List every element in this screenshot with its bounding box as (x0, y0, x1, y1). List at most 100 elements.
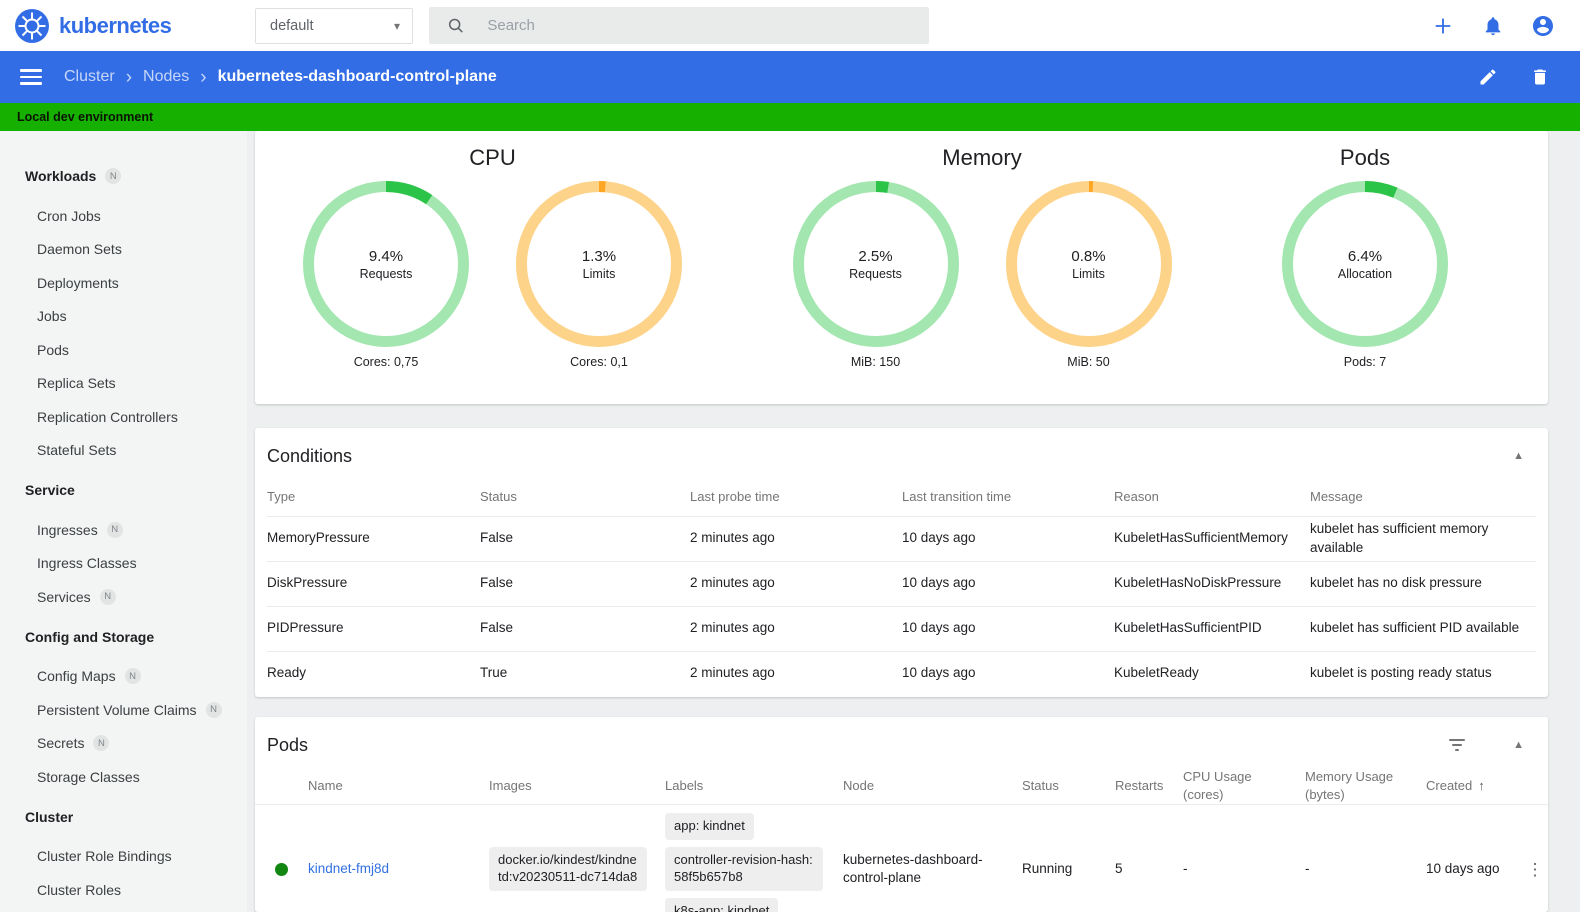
gauge-label: Requests (359, 266, 413, 281)
sidebar-item-ingress-classes[interactable]: Ingress Classes (0, 547, 247, 581)
gauge-caption: MiB: 150 (850, 355, 901, 369)
condition-last-probe-time: 2 minutes ago (690, 620, 775, 636)
pod-name-link[interactable]: kindnet-fmj8d (308, 861, 389, 876)
sidebar-item-stateful-sets[interactable]: Stateful Sets (0, 434, 247, 468)
content-area: Workloads N Cron Jobs Daemon Sets Deployment… (0, 131, 1580, 912)
breadcrumb-cluster[interactable]: Cluster (64, 68, 115, 86)
condition-last-transition-time: 10 days ago (902, 620, 976, 636)
menu-button[interactable] (20, 69, 42, 85)
sidebar-item-daemon-sets[interactable]: Daemon Sets (0, 233, 247, 267)
conditions-title: Conditions (267, 445, 353, 466)
condition-type: PIDPressure (267, 620, 344, 636)
delete-button[interactable] (1528, 65, 1552, 89)
sidebar-item-jobs[interactable]: Jobs (0, 300, 247, 334)
column-header-label: Restarts (1115, 777, 1164, 793)
column-header-memory-usage-bytes[interactable]: Memory Usage (bytes) (1305, 768, 1426, 803)
brand-home-link[interactable]: kubernetes (15, 8, 255, 43)
collapse-icon[interactable]: ▲ (1513, 739, 1524, 751)
sidebar-section-service[interactable]: Service (0, 473, 247, 507)
column-header-node[interactable]: Node (843, 777, 1022, 795)
column-header-label: Labels (665, 777, 704, 793)
more-options-icon[interactable]: ⋮ (1527, 861, 1544, 878)
pencil-icon (1480, 69, 1496, 85)
pod-status-dot-cell (255, 862, 308, 876)
sidebar-item-cluster-roles[interactable]: Cluster Roles (0, 873, 247, 907)
column-header-reason: Reason (1114, 489, 1159, 504)
sidebar-item-label: Ingresses (37, 521, 98, 538)
plus-icon (1435, 18, 1451, 33)
condition-message: kubelet has no disk pressure (1310, 575, 1482, 591)
column-header-images[interactable]: Images (489, 777, 665, 795)
column-header-label: Node (843, 777, 875, 793)
gauge-caption: MiB: 50 (1067, 355, 1110, 369)
notifications-button[interactable] (1481, 14, 1505, 38)
column-header-restarts[interactable]: Restarts (1115, 777, 1183, 795)
alloc-group-title: CPU (469, 145, 516, 170)
sidebar-item-label: Daemon Sets (37, 241, 122, 258)
edit-button[interactable] (1476, 65, 1500, 89)
sidebar-item-deployments[interactable]: Deployments (0, 266, 247, 300)
create-button[interactable] (1431, 14, 1455, 38)
column-header-created[interactable]: Created ↑ (1426, 777, 1522, 795)
pods-header-row: Name Images Labels Node Status Restarts CPU Us… (255, 767, 1548, 805)
sidebar-item-label: Ingress Classes (37, 555, 137, 572)
condition-status: False (480, 575, 514, 591)
column-header-status[interactable]: Status (1022, 777, 1115, 795)
sidebar-section-cluster[interactable]: Cluster (0, 800, 247, 834)
page-title: kubernetes-dashboard-control-plane (217, 68, 497, 85)
condition-last-probe-time: 2 minutes ago (690, 665, 775, 681)
sidebar-section-workloads[interactable]: Workloads N (0, 159, 247, 193)
condition-reason: KubeletHasNoDiskPressure (1114, 575, 1282, 591)
column-header-name[interactable]: Name (308, 777, 489, 795)
sidebar-item-cluster-role-bindings[interactable]: Cluster Role Bindings (0, 840, 247, 874)
sidebar-item-cron-jobs[interactable]: Cron Jobs (0, 199, 247, 233)
sidebar-item-pods[interactable]: Pods (0, 333, 247, 367)
sidebar-item-label: Cluster Roles (37, 881, 122, 898)
column-header-labels[interactable]: Labels (665, 777, 843, 795)
pod-node-cell: kubernetes-dashboard-control-plane (843, 851, 983, 885)
new-badge: N (106, 521, 123, 538)
sidebar-item-persistent-volume-claims[interactable]: Persistent Volume Claims N (0, 693, 247, 727)
gauge-donut: 9.4% Requests (303, 181, 469, 347)
column-header-type: Type (267, 489, 296, 504)
search-icon (448, 18, 463, 33)
sidebar-item-replica-sets[interactable]: Replica Sets (0, 367, 247, 401)
sidebar-item-secrets[interactable]: Secrets N (0, 727, 247, 761)
sidebar-item-label: Secrets (37, 735, 85, 752)
new-badge: N (124, 668, 141, 685)
collapse-icon[interactable]: ▲ (1513, 450, 1524, 462)
condition-reason: KubeletHasSufficientPID (1114, 620, 1262, 636)
sidebar-item-replication-controllers[interactable]: Replication Controllers (0, 400, 247, 434)
search-input[interactable] (485, 16, 917, 35)
search-bar[interactable] (429, 7, 929, 44)
pod-images-cell: docker.io/kindest/kindnetd:v20230511-dc7… (489, 839, 665, 899)
column-header-cpu-usage-cores[interactable]: CPU Usage (cores) (1183, 768, 1305, 803)
pod-created-cell: 10 days ago (1426, 860, 1500, 876)
toolbar-actions (1476, 65, 1552, 89)
environment-banner: Local dev environment (0, 103, 1580, 131)
condition-row-memorypressure: MemoryPressure False 2 minutes ago 10 days … (267, 515, 1536, 561)
sidebar-item-config-maps[interactable]: Config Maps N (0, 660, 247, 694)
breadcrumb-nodes[interactable]: Nodes (143, 68, 189, 86)
sidebar-item-services[interactable]: Services N (0, 580, 247, 614)
pod-running-icon (275, 862, 288, 876)
condition-message: kubelet is posting ready status (1310, 665, 1492, 681)
sidebar-item-storage-classes[interactable]: Storage Classes (0, 760, 247, 794)
brand-name: kubernetes (59, 12, 172, 38)
filter-icon[interactable] (1445, 735, 1469, 755)
gauge-center-text: 9.4% Requests (303, 181, 469, 347)
sidebar: Workloads N Cron Jobs Daemon Sets Deployment… (0, 131, 247, 912)
condition-type: DiskPressure (267, 575, 348, 591)
condition-row-diskpressure: DiskPressure False 2 minutes ago 10 days ag… (267, 560, 1536, 606)
kubernetes-dashboard-page: kubernetes default ▾ Search Cluster › No… (0, 0, 1580, 912)
account-button[interactable] (1531, 14, 1555, 38)
sidebar-section-config-and-storage[interactable]: Config and Storage (0, 620, 247, 654)
condition-type: MemoryPressure (267, 530, 370, 546)
sidebar-item-label: Deployments (37, 274, 119, 291)
alloc-group-title: Memory (942, 145, 1022, 170)
column-header-label: Created (1426, 777, 1473, 793)
sidebar-item-ingresses[interactable]: Ingresses N (0, 513, 247, 547)
sidebar-section-label: Cluster (25, 808, 74, 825)
pod-labels-cell: app: kindnet controller-revision-hash: 58… (665, 805, 843, 912)
namespace-select[interactable]: default ▾ (255, 7, 413, 44)
